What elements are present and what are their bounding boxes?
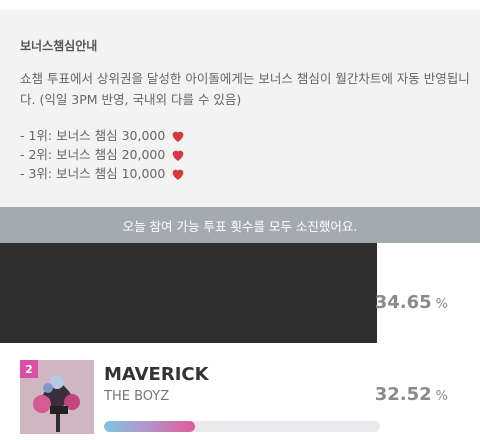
- notice-title: 보너스챔심안내: [20, 39, 98, 53]
- bonus-item-2: - 2위: 보너스 챔심 20,000: [20, 145, 186, 164]
- bonus-item-1: - 1위: 보너스 챔심 30,000: [20, 126, 186, 145]
- bonus-item-label: - 2위: 보너스 챔심 20,000: [20, 147, 166, 162]
- percent-value: 34.65: [374, 292, 432, 313]
- percent-unit: %: [435, 389, 448, 404]
- artist-name: THE BOYZ: [104, 389, 170, 404]
- vote-progress-fill: [104, 421, 196, 432]
- heart-icon: [172, 169, 184, 180]
- bonus-item-label: - 3위: 보너스 챔심 10,000: [20, 166, 166, 181]
- vote-exhausted-banner: 오늘 참여 가능 투표 횟수를 모두 소진했어요.: [0, 207, 480, 243]
- rank-1-percent: 34.65%: [375, 292, 448, 313]
- rank-2-percent: 32.52%: [375, 384, 448, 405]
- banner-text: 오늘 참여 가능 투표 횟수를 모두 소진했어요.: [122, 218, 358, 234]
- bonus-item-3: - 3위: 보너스 챔심 10,000: [20, 164, 186, 183]
- percent-value: 32.52: [374, 384, 432, 405]
- percent-unit: %: [435, 297, 448, 312]
- song-title: MAVERICK: [104, 364, 209, 385]
- notice-body: 쇼챔 투표에서 상위권을 달성한 아이돌에게는 보너스 챔심이 월간차트에 자동…: [20, 71, 470, 107]
- heart-icon: [172, 150, 184, 161]
- album-art[interactable]: 2: [20, 360, 94, 434]
- bonus-list: - 1위: 보너스 챔심 30,000 - 2위: 보너스 챔심 20,000 …: [20, 126, 186, 183]
- rank-1-album-art[interactable]: [0, 243, 377, 343]
- heart-icon: [172, 131, 184, 142]
- bonus-item-label: - 1위: 보너스 챔심 30,000: [20, 128, 166, 143]
- vote-progress-bar: [104, 421, 380, 432]
- rank-badge: 2: [20, 360, 38, 378]
